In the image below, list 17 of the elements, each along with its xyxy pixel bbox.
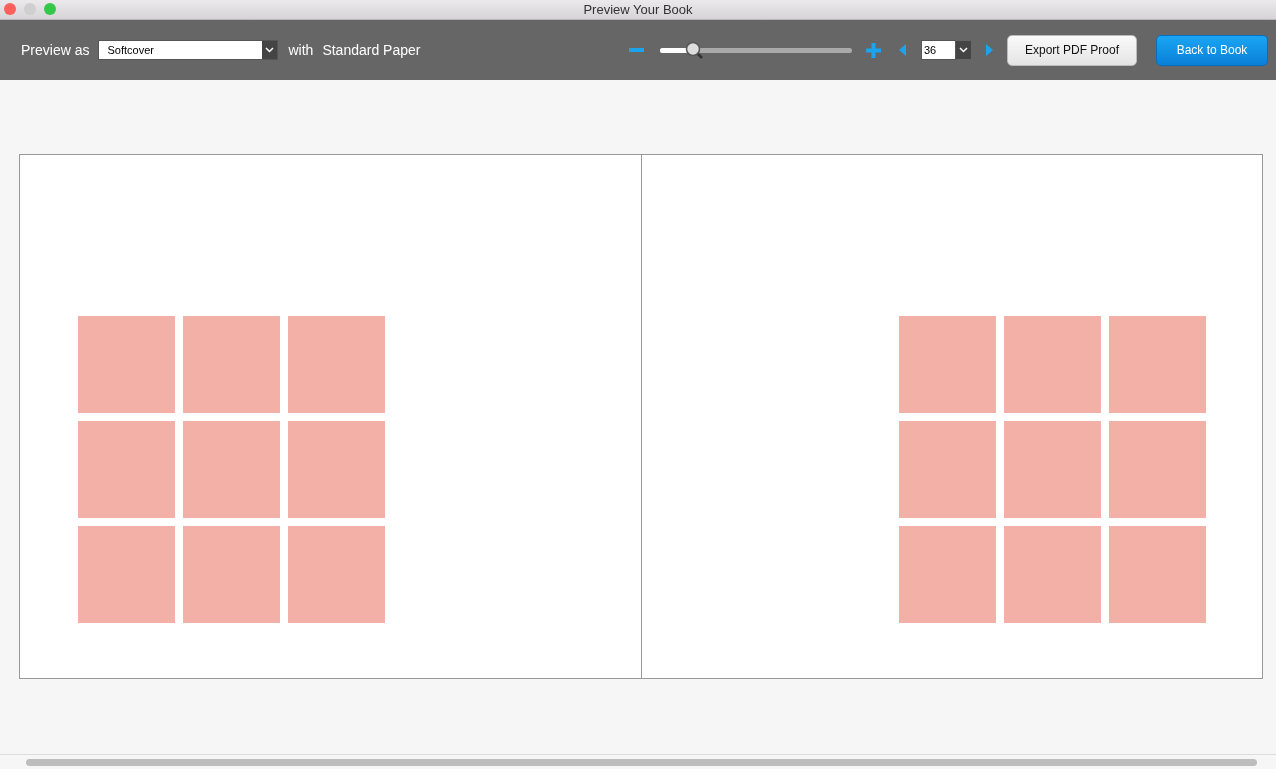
next-page-icon[interactable] bbox=[985, 44, 993, 56]
zoom-in-icon[interactable] bbox=[866, 42, 881, 58]
scroll-bar[interactable] bbox=[26, 758, 1257, 766]
export-button[interactable]: Export PDF Proof bbox=[1007, 34, 1137, 66]
caret-icon bbox=[262, 41, 278, 59]
paper-label: Standard Paper bbox=[322, 42, 421, 58]
binding-dropdown[interactable]: Softcover bbox=[98, 40, 279, 60]
preview-label: Preview as bbox=[21, 42, 90, 58]
previous-page-icon[interactable] bbox=[899, 44, 907, 56]
magnifier-thumb[interactable] bbox=[684, 41, 705, 61]
minimize-button[interactable] bbox=[24, 3, 36, 15]
caret-icon bbox=[956, 41, 971, 59]
with-label: with bbox=[288, 42, 314, 58]
zoom-button[interactable] bbox=[44, 3, 56, 15]
close-button[interactable] bbox=[4, 3, 16, 15]
page-number-field[interactable]: 36 bbox=[921, 40, 956, 60]
window-title: Preview Your Book bbox=[583, 2, 693, 17]
